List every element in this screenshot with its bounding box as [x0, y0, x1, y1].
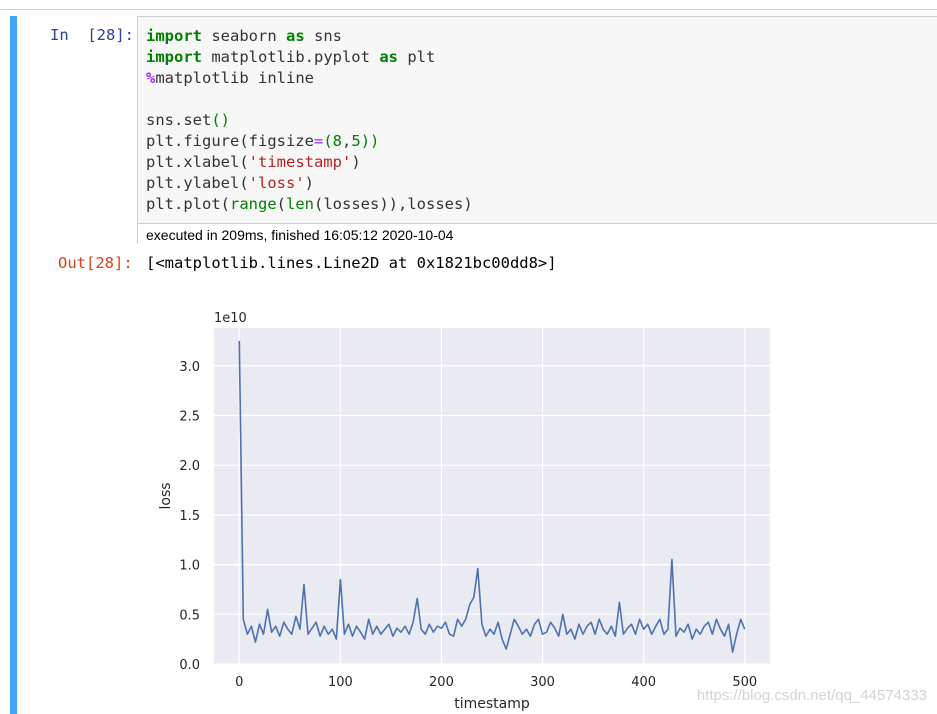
code-token: % — [146, 69, 156, 87]
code-token: 5 — [351, 132, 361, 150]
code-token: (losses)),losses) — [314, 195, 473, 213]
code-line: plt.ylabel('loss') — [146, 173, 473, 194]
code-token: () — [211, 111, 230, 129]
execution-info: executed in 209ms, finished 16:05:12 202… — [138, 223, 937, 244]
code-line: sns.set() — [146, 110, 473, 131]
y-tick-label: 2.0 — [179, 459, 200, 474]
offset-text: 1e10 — [214, 311, 247, 326]
input-prompt: In [28]: — [50, 26, 134, 44]
x-tick-label: 0 — [235, 675, 243, 690]
plot-area — [214, 328, 770, 664]
code-line: plt.plot(range(len(losses)),losses) — [146, 194, 473, 215]
code-token: matplotlib inline — [155, 69, 314, 87]
code-token: sns — [304, 27, 342, 45]
code-token: as — [286, 27, 305, 45]
x-tick-label: 300 — [530, 675, 555, 690]
code-token: import — [146, 27, 202, 45]
previous-cell-border — [0, 0, 937, 10]
cell-selection-bar — [10, 16, 17, 714]
y-axis-label: loss — [158, 482, 174, 509]
code-token: len — [286, 195, 315, 213]
code-token: seaborn — [202, 27, 286, 45]
code-line: import seaborn as sns — [146, 26, 473, 47]
code-token: )) — [360, 132, 380, 150]
y-tick-label: 3.0 — [179, 360, 200, 375]
output-text: [<matplotlib.lines.Line2D at 0x1821bc00d… — [146, 254, 557, 272]
y-tick-label: 0.5 — [179, 608, 200, 623]
code-token: 8 — [332, 132, 343, 150]
y-tick-label: 0.0 — [179, 658, 200, 673]
code-token: plt.figure(figsize — [146, 132, 314, 150]
code-editor[interactable]: import seaborn as sns import matplotlib.p… — [146, 26, 473, 215]
y-tick-label: 1.5 — [179, 509, 200, 524]
code-token: plt.plot( — [146, 195, 230, 213]
code-token: , — [342, 132, 352, 150]
code-token: plt.ylabel( — [146, 174, 249, 192]
y-tick-label: 1.0 — [179, 559, 200, 574]
code-line: import matplotlib.pyplot as plt — [146, 47, 473, 68]
code-token: = — [313, 132, 324, 150]
code-token: sns.set — [146, 111, 212, 129]
code-token: ( — [323, 132, 333, 150]
output-prompt: Out[28]: — [58, 254, 133, 272]
code-token: ( — [276, 195, 287, 213]
code-line: %matplotlib inline — [146, 68, 473, 89]
x-tick-label: 200 — [429, 675, 454, 690]
code-token: ) — [351, 153, 361, 171]
x-axis-label: timestamp — [454, 696, 530, 712]
loss-line-chart: 0 100 200 300 400 5000.00.51.01.52.02.53.01e1… — [158, 311, 770, 712]
watermark: https://blog.csdn.net/qq_44574333 — [696, 687, 927, 704]
code-line: plt.figure(figsize=(8,5)) — [146, 131, 473, 152]
code-token: plt — [397, 48, 436, 66]
code-line: plt.xlabel('timestamp') — [146, 152, 473, 173]
x-tick-label: 400 — [631, 675, 656, 690]
code-token: range — [230, 195, 277, 213]
code-token: 'timestamp' — [248, 153, 352, 171]
code-token: import — [146, 48, 202, 66]
code-token: as — [379, 48, 398, 66]
notebook-cell[interactable]: In [28]: import seaborn as sns import mat… — [10, 16, 937, 714]
y-tick-label: 2.5 — [179, 409, 200, 424]
x-tick-label: 100 — [328, 675, 353, 690]
code-input-area[interactable]: import seaborn as sns import matplotlib.p… — [137, 16, 937, 244]
code-token: ) — [304, 174, 314, 192]
code-token: 'loss' — [248, 174, 305, 192]
code-token: plt.xlabel( — [146, 153, 249, 171]
code-token: matplotlib.pyplot — [202, 48, 380, 66]
